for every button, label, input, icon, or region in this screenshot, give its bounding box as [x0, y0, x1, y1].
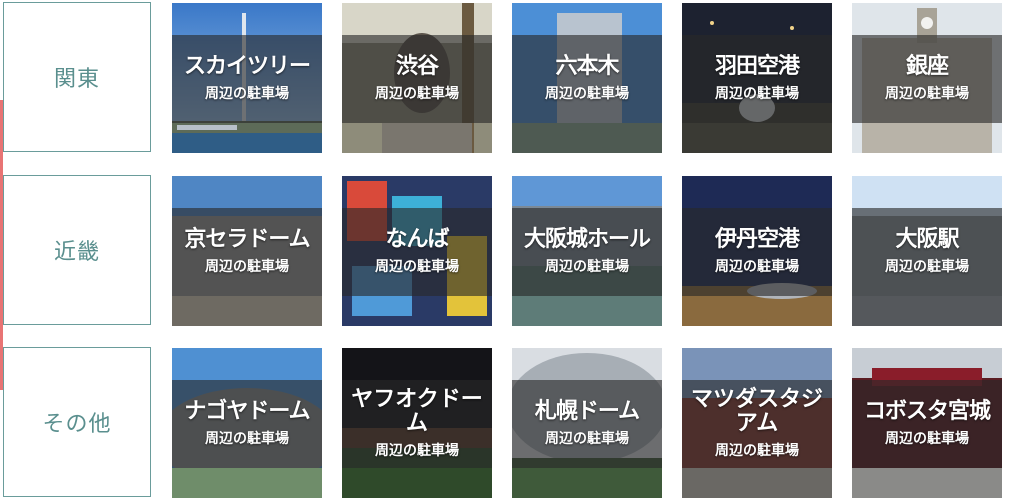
- region-label-kinki[interactable]: 近畿: [3, 175, 151, 325]
- region-label-text: 近畿: [53, 240, 100, 265]
- tile-skytree[interactable]: スカイツリー 周辺の駐車場: [172, 3, 322, 153]
- tile-yafuoku-dome[interactable]: ヤフオクドーム 周辺の駐車場: [342, 348, 492, 498]
- tile-kyocera-dome[interactable]: 京セラドーム 周辺の駐車場: [172, 176, 322, 326]
- tile-overlay: 羽田空港 周辺の駐車場: [682, 35, 832, 123]
- tile-mazda-stadium[interactable]: マツダスタジアム 周辺の駐車場: [682, 348, 832, 498]
- tile-overlay: 渋谷 周辺の駐車場: [342, 35, 492, 123]
- tile-ginza[interactable]: 銀座 周辺の駐車場: [852, 3, 1002, 153]
- tile-overlay: スカイツリー 周辺の駐車場: [172, 35, 322, 123]
- tile-overlay: 六本木 周辺の駐車場: [512, 35, 662, 123]
- region-label-text: その他: [42, 412, 112, 437]
- tile-title: 銀座: [905, 54, 949, 79]
- tile-overlay: なんば 周辺の駐車場: [342, 208, 492, 296]
- tile-title: コボスタ宮城: [863, 399, 991, 424]
- tile-overlay: 札幌ドーム 周辺の駐車場: [512, 380, 662, 468]
- tile-subtitle: 周辺の駐車場: [205, 259, 289, 275]
- tile-subtitle: 周辺の駐車場: [715, 259, 799, 275]
- tile-title: なんば: [385, 227, 449, 252]
- region-label-kanto[interactable]: 関東: [3, 2, 151, 152]
- tile-subtitle: 周辺の駐車場: [885, 431, 969, 447]
- tile-title: 伊丹空港: [714, 227, 800, 252]
- tile-subtitle: 周辺の駐車場: [375, 443, 459, 459]
- tile-overlay: 銀座 周辺の駐車場: [852, 35, 1002, 123]
- tile-overlay: 大阪駅 周辺の駐車場: [852, 208, 1002, 296]
- tile-title: 渋谷: [395, 54, 439, 79]
- tile-subtitle: 周辺の駐車場: [715, 86, 799, 102]
- tile-subtitle: 周辺の駐車場: [545, 86, 629, 102]
- region-label-other[interactable]: その他: [3, 347, 151, 497]
- tile-title: 京セラドーム: [184, 227, 310, 252]
- tile-overlay: 伊丹空港 周辺の駐車場: [682, 208, 832, 296]
- tile-roppongi[interactable]: 六本木 周辺の駐車場: [512, 3, 662, 153]
- tile-title: ヤフオクドーム: [351, 387, 483, 436]
- tile-subtitle: 周辺の駐車場: [885, 259, 969, 275]
- tile-title: 大阪城ホール: [523, 227, 651, 252]
- tile-subtitle: 周辺の駐車場: [375, 259, 459, 275]
- tile-overlay: ヤフオクドーム 周辺の駐車場: [342, 380, 492, 468]
- tile-title: 羽田空港: [714, 54, 800, 79]
- tile-osaka-castle-hall[interactable]: 大阪城ホール 周辺の駐車場: [512, 176, 662, 326]
- tile-title: 六本木: [555, 54, 619, 79]
- tile-shibuya[interactable]: 渋谷 周辺の駐車場: [342, 3, 492, 153]
- tile-title: スカイツリー: [183, 54, 311, 79]
- tile-sapporo-dome[interactable]: 札幌ドーム 周辺の駐車場: [512, 348, 662, 498]
- tile-nagoya-dome[interactable]: ナゴヤドーム 周辺の駐車場: [172, 348, 322, 498]
- tile-subtitle: 周辺の駐車場: [545, 259, 629, 275]
- tile-overlay: 京セラドーム 周辺の駐車場: [172, 208, 322, 296]
- tile-title: マツダスタジアム: [690, 387, 823, 436]
- tile-itami[interactable]: 伊丹空港 周辺の駐車場: [682, 176, 832, 326]
- tile-overlay: 大阪城ホール 周辺の駐車場: [512, 208, 662, 296]
- tile-title: ナゴヤドーム: [184, 399, 310, 424]
- tile-overlay: マツダスタジアム 周辺の駐車場: [682, 380, 832, 468]
- tile-subtitle: 周辺の駐車場: [375, 86, 459, 102]
- tile-title: 札幌ドーム: [534, 399, 640, 424]
- tile-subtitle: 周辺の駐車場: [885, 86, 969, 102]
- tile-namba[interactable]: なんば 周辺の駐車場: [342, 176, 492, 326]
- tile-subtitle: 周辺の駐車場: [715, 443, 799, 459]
- tile-osaka-station[interactable]: 大阪駅 周辺の駐車場: [852, 176, 1002, 326]
- tile-subtitle: 周辺の駐車場: [205, 86, 289, 102]
- tile-kobo-stadium[interactable]: コボスタ宮城 周辺の駐車場: [852, 348, 1002, 498]
- tile-overlay: ナゴヤドーム 周辺の駐車場: [172, 380, 322, 468]
- tile-haneda[interactable]: 羽田空港 周辺の駐車場: [682, 3, 832, 153]
- tile-subtitle: 周辺の駐車場: [205, 431, 289, 447]
- tile-subtitle: 周辺の駐車場: [545, 431, 629, 447]
- tile-title: 大阪駅: [895, 227, 959, 252]
- tile-overlay: コボスタ宮城 周辺の駐車場: [852, 380, 1002, 468]
- region-label-text: 関東: [53, 67, 100, 92]
